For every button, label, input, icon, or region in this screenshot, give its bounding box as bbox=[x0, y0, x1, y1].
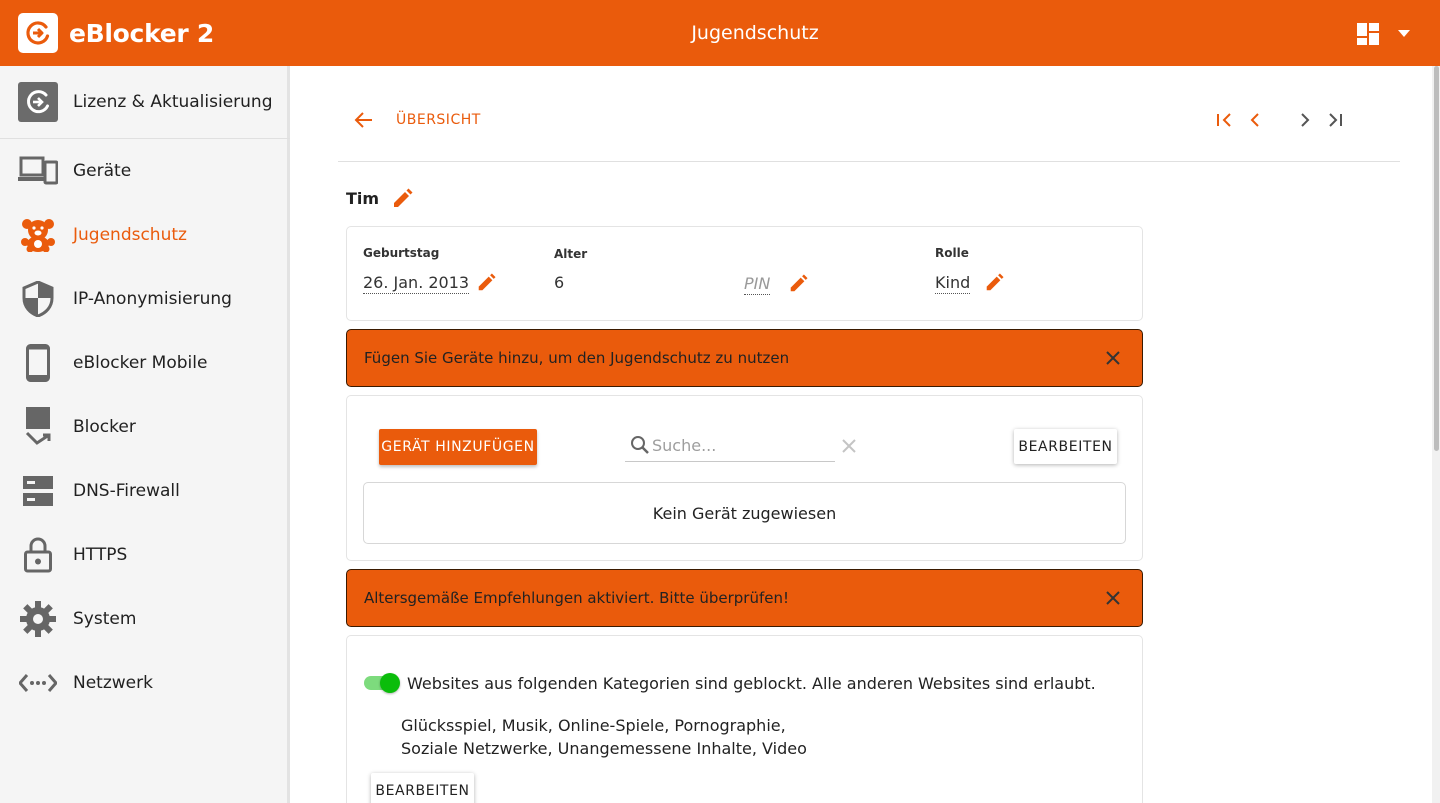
last-page-icon[interactable] bbox=[1326, 110, 1344, 130]
next-page-icon[interactable] bbox=[1297, 110, 1313, 130]
sidebar-item-network[interactable]: Netzwerk bbox=[0, 651, 290, 715]
scrollbar-thumb[interactable] bbox=[1434, 66, 1439, 451]
edit-name-pencil-icon[interactable] bbox=[391, 188, 413, 210]
lock-icon bbox=[18, 535, 58, 575]
role-value[interactable]: Kind bbox=[935, 273, 971, 294]
shield-icon bbox=[18, 279, 58, 319]
search-input[interactable] bbox=[652, 436, 832, 455]
close-icon[interactable] bbox=[1104, 589, 1122, 607]
edit-role-pencil-icon[interactable] bbox=[984, 273, 1004, 293]
sidebar-item-label: Geräte bbox=[73, 161, 132, 181]
age-label: Alter bbox=[554, 247, 588, 261]
sidebar-item-license[interactable]: Lizenz & Aktualisierung bbox=[0, 66, 290, 139]
dropdown-caret-icon[interactable] bbox=[1398, 30, 1410, 37]
gear-icon bbox=[18, 599, 58, 639]
sidebar: Lizenz & Aktualisierung Geräte Jugendsch… bbox=[0, 66, 290, 803]
dashboard-icon[interactable] bbox=[1356, 22, 1380, 46]
sidebar-item-system[interactable]: System bbox=[0, 587, 290, 651]
sidebar-item-label: HTTPS bbox=[73, 545, 128, 565]
phone-icon bbox=[18, 343, 58, 383]
category-filter-toggle[interactable] bbox=[364, 673, 400, 693]
edit-categories-button[interactable]: BEARBEITEN bbox=[371, 773, 474, 803]
empty-device-list: Kein Gerät zugewiesen bbox=[363, 482, 1126, 544]
sidebar-item-mobile[interactable]: eBlocker Mobile bbox=[0, 331, 290, 395]
license-update-icon bbox=[18, 82, 58, 122]
top-bar: eBlocker 2 Jugendschutz bbox=[0, 0, 1440, 66]
clear-search-icon[interactable] bbox=[842, 439, 856, 453]
device-search bbox=[625, 432, 835, 462]
add-devices-alert: Fügen Sie Geräte hinzu, um den Jugendsch… bbox=[346, 329, 1143, 387]
first-page-icon[interactable] bbox=[1216, 110, 1234, 130]
page-title: Jugendschutz bbox=[691, 22, 819, 44]
close-icon[interactable] bbox=[1104, 349, 1122, 367]
overview-link[interactable]: ÜBERSICHT bbox=[396, 112, 481, 128]
sidebar-item-label: Jugendschutz bbox=[73, 225, 187, 245]
blocked-categories-line-1: Glücksspiel, Musik, Online-Spiele, Porno… bbox=[401, 716, 786, 735]
network-icon bbox=[18, 663, 58, 703]
age-value: 6 bbox=[554, 273, 565, 292]
blocker-icon bbox=[18, 407, 58, 447]
teddy-bear-icon bbox=[18, 215, 58, 255]
sidebar-item-label: Netzwerk bbox=[73, 673, 153, 693]
empty-text: Kein Gerät zugewiesen bbox=[652, 504, 837, 523]
sidebar-item-https[interactable]: HTTPS bbox=[0, 523, 290, 587]
dns-server-icon bbox=[18, 471, 58, 511]
sidebar-item-label: Blocker bbox=[73, 417, 136, 437]
filter-description: Websites aus folgenden Kategorien sind g… bbox=[407, 674, 1096, 693]
sidebar-item-blocker[interactable]: Blocker bbox=[0, 395, 290, 459]
previous-page-icon[interactable] bbox=[1247, 110, 1263, 130]
back-arrow-icon[interactable] bbox=[354, 110, 374, 130]
edit-devices-button[interactable]: BEARBEITEN bbox=[1014, 429, 1117, 464]
sidebar-item-parental-control[interactable]: Jugendschutz bbox=[0, 203, 290, 267]
recommendation-alert: Altersgemäße Empfehlungen aktiviert. Bit… bbox=[346, 569, 1143, 627]
add-device-button[interactable]: GERÄT HINZUFÜGEN bbox=[379, 429, 537, 465]
alert-text: Altersgemäße Empfehlungen aktiviert. Bit… bbox=[364, 589, 790, 607]
sidebar-item-label: System bbox=[73, 609, 137, 629]
alert-text: Fügen Sie Geräte hinzu, um den Jugendsch… bbox=[364, 349, 790, 367]
sidebar-item-label: IP-Anonymisierung bbox=[73, 289, 232, 309]
sidebar-item-ip-anonymization[interactable]: IP-Anonymisierung bbox=[0, 267, 290, 331]
edit-birthday-pencil-icon[interactable] bbox=[476, 273, 496, 293]
toggle-knob bbox=[380, 673, 400, 693]
devices-icon bbox=[18, 151, 58, 191]
edit-pin-pencil-icon[interactable] bbox=[788, 274, 808, 294]
birthday-label: Geburtstag bbox=[363, 246, 440, 260]
sidebar-item-label: Lizenz & Aktualisierung bbox=[73, 92, 273, 112]
sidebar-item-label: DNS-Firewall bbox=[73, 481, 180, 501]
pin-field[interactable]: PIN bbox=[744, 274, 771, 295]
search-icon bbox=[631, 436, 649, 454]
role-label: Rolle bbox=[935, 246, 969, 260]
sidebar-item-dns-firewall[interactable]: DNS-Firewall bbox=[0, 459, 290, 523]
header-divider bbox=[338, 161, 1400, 162]
sidebar-item-label: eBlocker Mobile bbox=[73, 353, 208, 373]
blocked-categories-line-2: Soziale Netzwerke, Unangemessene Inhalte… bbox=[401, 739, 807, 758]
birthday-value[interactable]: 26. Jan. 2013 bbox=[363, 273, 470, 294]
user-name: Tim bbox=[346, 189, 380, 208]
sidebar-item-devices[interactable]: Geräte bbox=[0, 139, 290, 203]
